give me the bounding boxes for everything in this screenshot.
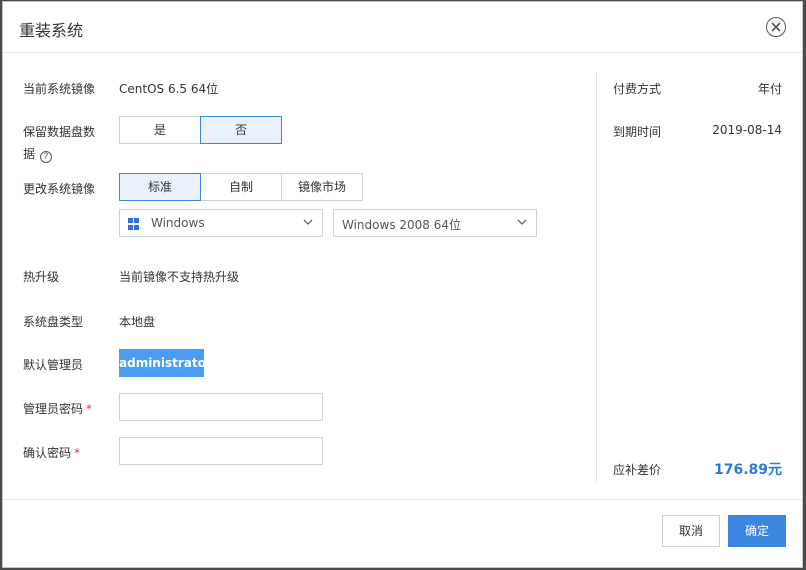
divider — [596, 72, 597, 482]
tab-custom[interactable]: 自制 — [200, 173, 282, 201]
price-diff-label: 应补差价 — [613, 463, 662, 477]
admin-chip: administrator — [119, 349, 212, 377]
required-mark: * — [86, 402, 93, 416]
chevron-down-icon — [303, 219, 313, 225]
expiry-value: 2019-08-14 — [712, 123, 782, 137]
hot-upgrade-value: 当前镜像不支持热升级 — [119, 270, 240, 284]
password-label: 管理员密码 * — [23, 402, 93, 416]
keep-data-label: 保留数据盘数 据? — [23, 123, 95, 163]
disk-type-label: 系统盘类型 — [23, 315, 84, 329]
tab-marketplace[interactable]: 镜像市场 — [281, 173, 363, 201]
current-image-label: 当前系统镜像 — [23, 82, 96, 96]
keep-data-toggle: 是 否 — [119, 116, 282, 144]
price-diff-value: 176.89元 — [713, 462, 782, 478]
image-source-tabs: 标准 自制 镜像市场 — [119, 173, 363, 201]
payment-value: 年付 — [757, 82, 782, 96]
chevron-down-icon — [517, 219, 527, 225]
os-select[interactable]: Windows — [119, 209, 323, 237]
confirm-password-input[interactable] — [119, 437, 323, 465]
tab-standard[interactable]: 标准 — [119, 173, 201, 201]
required-mark: * — [74, 446, 81, 460]
help-icon[interactable]: ? — [40, 151, 53, 163]
change-image-label: 更改系统镜像 — [23, 182, 96, 196]
version-select-value: Windows 2008 64位 — [342, 218, 462, 232]
windows-icon — [128, 218, 140, 230]
confirm-password-label: 确认密码 * — [23, 446, 81, 460]
current-image-value: CentOS 6.5 64位 — [119, 82, 219, 96]
cancel-button[interactable]: 取消 — [662, 515, 720, 547]
disk-type-value: 本地盘 — [119, 315, 156, 329]
close-icon[interactable] — [766, 17, 786, 37]
keep-data-no[interactable]: 否 — [200, 116, 282, 144]
admin-label: 默认管理员 — [23, 358, 84, 372]
keep-data-yes[interactable]: 是 — [119, 116, 201, 144]
password-input[interactable] — [119, 393, 323, 421]
expiry-label: 到期时间 — [613, 125, 662, 139]
version-select[interactable]: Windows 2008 64位 — [333, 209, 537, 237]
confirm-button[interactable]: 确定 — [728, 515, 786, 547]
os-select-value: Windows — [151, 216, 205, 230]
keep-data-label-line2: 据 — [23, 147, 36, 161]
payment-label: 付费方式 — [613, 82, 662, 96]
dialog-title: 重装系统 — [19, 21, 84, 40]
dialog-header: 重装系统 — [3, 2, 802, 53]
dialog-footer: 取消 确定 — [3, 499, 802, 567]
hot-upgrade-label: 热升级 — [23, 270, 60, 284]
reinstall-system-dialog: 重装系统 当前系统镜像 CentOS 6.5 64位 保留数据盘数 据? 是 否… — [2, 1, 803, 568]
keep-data-label-line1: 保留数据盘数 — [23, 125, 96, 139]
